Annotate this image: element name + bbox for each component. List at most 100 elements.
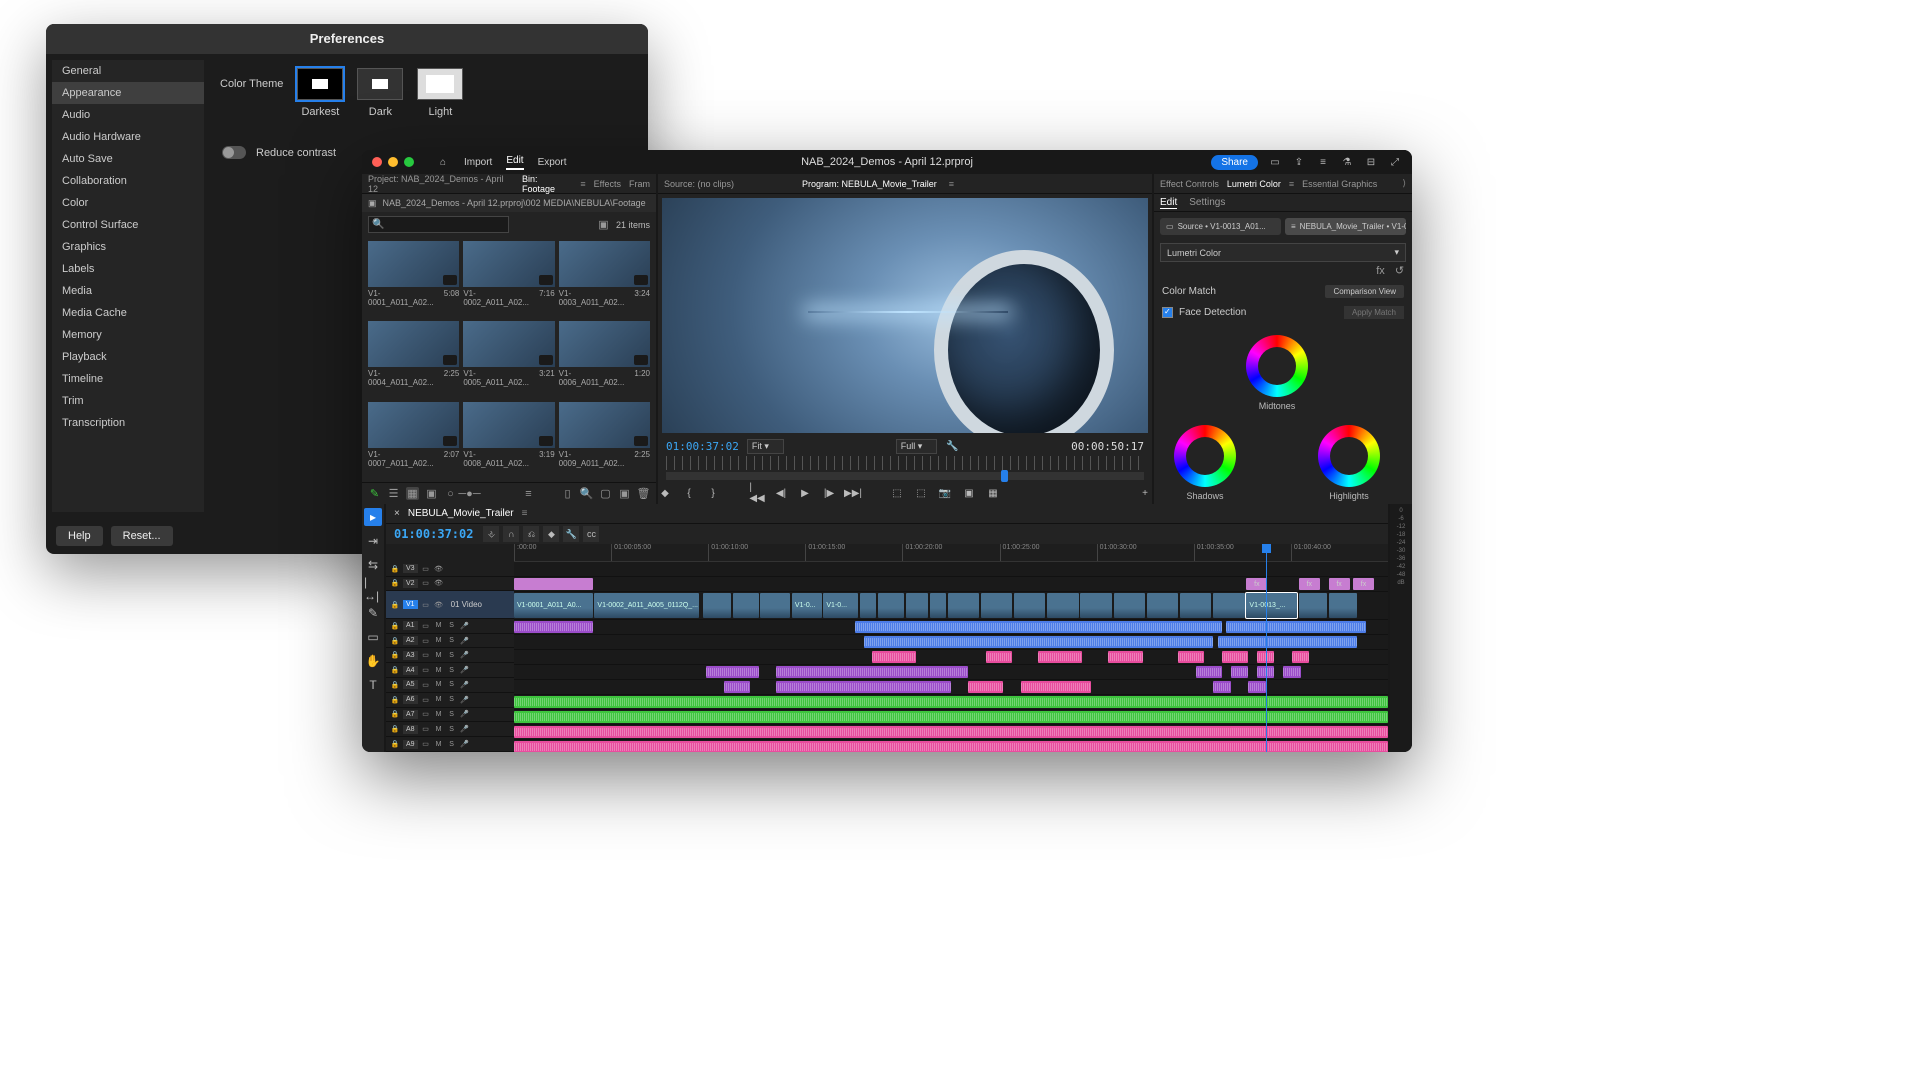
pen-tool[interactable]: ▭ <box>364 628 382 646</box>
timeline-clip[interactable] <box>706 666 758 678</box>
timeline-clip[interactable] <box>906 593 929 618</box>
track-id[interactable]: A6 <box>403 695 418 704</box>
theme-swatch-light[interactable] <box>417 68 463 100</box>
panel-expand-icon[interactable]: ⟩ <box>1402 178 1406 189</box>
slip-tool[interactable]: ✎ <box>364 604 382 622</box>
track-id[interactable]: A8 <box>403 725 418 734</box>
captions-icon[interactable]: cc <box>583 526 599 542</box>
timeline-clip[interactable] <box>855 621 1222 633</box>
target-toggle[interactable]: ▭ <box>421 695 431 705</box>
minimize-icon[interactable] <box>388 157 398 167</box>
snap-icon[interactable]: ∩ <box>503 526 519 542</box>
mute-icon[interactable]: M <box>434 636 444 646</box>
track[interactable] <box>514 680 1388 695</box>
pref-category-playback[interactable]: Playback <box>52 346 204 368</box>
thumbnail-image[interactable] <box>463 321 554 367</box>
mute-icon[interactable]: M <box>434 680 444 690</box>
thumbnail-image[interactable] <box>368 241 459 287</box>
timeline-clip[interactable] <box>1178 651 1204 663</box>
step-forward-icon[interactable]: |▶ <box>822 486 836 500</box>
track-header-a2[interactable]: 🔒A2▭MS🎤 <box>386 634 514 649</box>
tab-bin[interactable]: Bin: Footage <box>522 174 572 194</box>
reset-effect-icon[interactable]: ↺ <box>1393 264 1406 277</box>
panel-menu-icon[interactable]: ≡ <box>1289 179 1294 189</box>
find-icon[interactable]: ▯ <box>561 487 574 500</box>
timeline-clip[interactable]: V1-0... <box>792 593 822 618</box>
pref-category-trim[interactable]: Trim <box>52 390 204 412</box>
comparison-icon[interactable]: ▣ <box>962 486 976 500</box>
track-header-a7[interactable]: 🔒A7▭MS🎤 <box>386 708 514 723</box>
lock-icon[interactable]: 🔒 <box>390 600 400 610</box>
voiceover-icon[interactable]: 🎤 <box>460 739 470 749</box>
track[interactable]: V1-0001_A011_A0...V1-0002_A011_A005_0112… <box>514 592 1388 620</box>
track-id[interactable]: A4 <box>403 666 418 675</box>
track-header-a9[interactable]: 🔒A9▭MS🎤 <box>386 737 514 752</box>
timeline-clip[interactable] <box>514 621 593 633</box>
thumbnail-image[interactable] <box>559 321 650 367</box>
extract-icon[interactable]: ⬚ <box>914 486 928 500</box>
timeline-clip[interactable] <box>1021 681 1091 693</box>
track-header-a1[interactable]: 🔒A1▭MS🎤 <box>386 619 514 634</box>
clip-thumbnail[interactable]: V1-0005_A011_A02...3:21 <box>463 321 554 397</box>
theme-dark[interactable]: Dark <box>357 68 403 118</box>
timeline-clip[interactable] <box>1108 651 1143 663</box>
monitor-ruler[interactable] <box>666 456 1144 470</box>
lift-icon[interactable]: ⬚ <box>890 486 904 500</box>
track-id[interactable]: A7 <box>403 710 418 719</box>
quick-export-icon[interactable]: ▭ <box>1268 155 1282 169</box>
insert-mode-icon[interactable]: ⎀ <box>483 526 499 542</box>
pref-category-media-cache[interactable]: Media Cache <box>52 302 204 324</box>
target-toggle[interactable]: ▭ <box>421 739 431 749</box>
go-to-out-icon[interactable]: ▶▶| <box>846 486 860 500</box>
beaker-icon[interactable]: ⚗ <box>1340 155 1354 169</box>
clip-thumbnail[interactable]: V1-0009_A011_A02...2:25 <box>559 402 650 478</box>
timeline-clip[interactable]: fx <box>1329 578 1350 590</box>
timeline-clip[interactable]: V1-0... <box>823 593 858 618</box>
target-toggle[interactable]: ▭ <box>421 650 431 660</box>
pref-category-timeline[interactable]: Timeline <box>52 368 204 390</box>
home-icon[interactable]: ⌂ <box>436 155 450 169</box>
hand-tool[interactable]: ✋ <box>364 652 382 670</box>
close-sequence-icon[interactable]: × <box>394 508 400 519</box>
voiceover-icon[interactable]: 🎤 <box>460 695 470 705</box>
timeline-clip[interactable] <box>864 636 1214 648</box>
pref-category-audio[interactable]: Audio <box>52 104 204 126</box>
solo-icon[interactable]: S <box>447 680 457 690</box>
add-marker-icon[interactable]: ◆ <box>658 486 672 500</box>
target-toggle[interactable]: ▭ <box>421 564 431 574</box>
pref-category-media[interactable]: Media <box>52 280 204 302</box>
comparison-view-button[interactable]: Comparison View <box>1325 285 1404 298</box>
track-id[interactable]: A5 <box>403 680 418 689</box>
pref-category-memory[interactable]: Memory <box>52 324 204 346</box>
mute-icon[interactable]: M <box>434 665 444 675</box>
clip-thumbnail[interactable]: V1-0008_A011_A02...3:19 <box>463 402 554 478</box>
target-toggle[interactable]: ▭ <box>421 724 431 734</box>
lock-icon[interactable]: 🔒 <box>390 724 400 734</box>
theme-swatch-dark[interactable] <box>357 68 403 100</box>
solo-icon[interactable]: S <box>447 739 457 749</box>
pref-category-labels[interactable]: Labels <box>52 258 204 280</box>
timeline-clip[interactable] <box>733 593 759 618</box>
solo-icon[interactable]: S <box>447 665 457 675</box>
timeline-clip[interactable] <box>1213 681 1230 693</box>
lock-icon[interactable]: 🔒 <box>390 650 400 660</box>
timeline-clip[interactable] <box>860 593 876 618</box>
tab-program[interactable]: Program: NEBULA_Movie_Trailer <box>802 179 937 189</box>
mute-icon[interactable]: M <box>434 709 444 719</box>
lock-icon[interactable]: 🔒 <box>390 564 400 574</box>
track-header-v1[interactable]: 🔒V1▭👁01 Video <box>386 591 514 619</box>
theme-swatch-darkest[interactable] <box>297 68 343 100</box>
new-bin-icon[interactable]: ▣ <box>597 218 610 231</box>
feedback-icon[interactable]: ⊟ <box>1364 155 1378 169</box>
subtab-settings[interactable]: Settings <box>1189 197 1225 208</box>
timeline-clip[interactable]: V1-0001_A011_A0... <box>514 593 593 618</box>
linked-selection-icon[interactable]: ⎌ <box>523 526 539 542</box>
track-id[interactable]: A2 <box>403 636 418 645</box>
voiceover-icon[interactable]: 🎤 <box>460 680 470 690</box>
theme-darkest[interactable]: Darkest <box>297 68 343 118</box>
track-id[interactable]: A9 <box>403 740 418 749</box>
tab-lumetri[interactable]: Lumetri Color <box>1227 179 1281 189</box>
timeline-clip[interactable] <box>514 578 593 590</box>
clip-thumbnail[interactable]: V1-0002_A011_A02...7:16 <box>463 241 554 317</box>
track-header-a6[interactable]: 🔒A6▭MS🎤 <box>386 693 514 708</box>
